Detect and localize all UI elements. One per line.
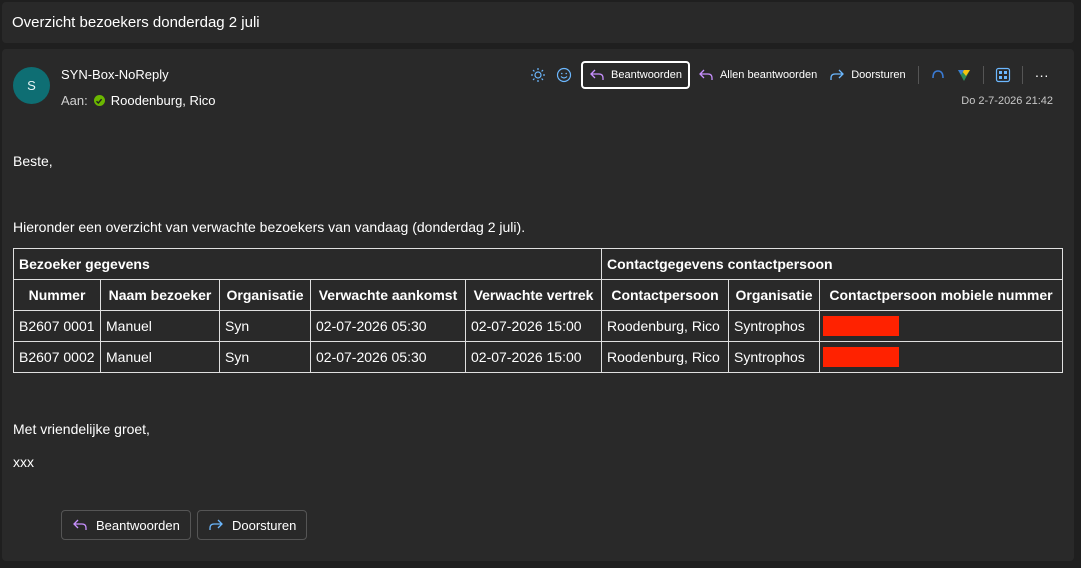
- table-header-row: Nummer Naam bezoeker Organisatie Verwach…: [13, 279, 1063, 311]
- toolbar-divider: [917, 66, 919, 84]
- avatar-initial: S: [27, 78, 36, 93]
- column-header: Organisatie: [728, 279, 820, 311]
- cell-number: B2607 0002: [13, 341, 101, 373]
- cell-mobile-number: [819, 341, 1063, 373]
- recipient-line: Aan: Roodenburg, Rico: [61, 93, 216, 108]
- table-row: B2607 0002 Manuel Syn 02-07-2026 05:30 0…: [13, 341, 1063, 373]
- column-header: Contactpersoon: [601, 279, 729, 311]
- redaction-block: [823, 316, 899, 336]
- column-header: Contactpersoon mobiele nummer: [819, 279, 1063, 311]
- forward-label: Doorsturen: [851, 69, 906, 81]
- toolbar-divider-3: [1021, 66, 1023, 84]
- cell-contact-organisation: Syntrophos: [728, 310, 820, 342]
- sender-name[interactable]: SYN-Box-NoReply: [61, 67, 169, 82]
- reply-all-button[interactable]: Allen beantwoorden: [692, 62, 823, 88]
- apps-grid-icon[interactable]: [990, 62, 1016, 88]
- closing-text: Met vriendelijke groet,: [13, 421, 150, 437]
- forward-arrow-icon: [209, 519, 223, 530]
- more-label: ···: [1034, 67, 1049, 83]
- presence-available-icon: [93, 95, 105, 106]
- signature-text: xxx: [13, 454, 34, 470]
- forward-bottom-button[interactable]: Doorsturen: [197, 510, 308, 540]
- reply-all-arrow-icon: [699, 69, 713, 80]
- cell-visitor-name: Manuel: [100, 310, 220, 342]
- email-subject: Overzicht bezoekers donderdag 2 juli: [12, 14, 260, 31]
- reply-arrow-icon: [590, 69, 604, 80]
- table-group-header-row: Bezoeker gegevens Contactgegevens contac…: [13, 248, 1063, 280]
- forward-bottom-label: Doorsturen: [232, 517, 297, 533]
- cell-visitor-name: Manuel: [100, 341, 220, 373]
- received-date: Do 2-7-2026 21:42: [961, 95, 1053, 107]
- forward-arrow-icon: [830, 69, 845, 80]
- column-header: Verwachte aankomst: [310, 279, 466, 311]
- reply-all-label: Allen beantwoorden: [719, 69, 818, 81]
- cell-mobile-number: [819, 310, 1063, 342]
- subject-bar: Overzicht bezoekers donderdag 2 juli: [2, 2, 1074, 43]
- cell-organisation: Syn: [219, 310, 311, 342]
- sender-avatar[interactable]: S: [13, 67, 50, 104]
- reply-bottom-button[interactable]: Beantwoorden: [61, 510, 191, 540]
- column-header: Organisatie: [219, 279, 311, 311]
- greeting: Beste,: [13, 153, 53, 169]
- summary-sun-icon[interactable]: [525, 62, 551, 88]
- more-actions-icon[interactable]: ···: [1029, 62, 1055, 88]
- forward-button[interactable]: Doorsturen: [823, 62, 911, 88]
- intro-text: Hieronder een overzicht van verwachte be…: [13, 219, 526, 235]
- recipient-name[interactable]: Roodenburg, Rico: [111, 93, 216, 108]
- undo-icon[interactable]: [925, 62, 951, 88]
- cell-departure: 02-07-2026 15:00: [465, 341, 602, 373]
- visitor-table: Bezoeker gegevens Contactgegevens contac…: [13, 248, 1063, 373]
- to-label: Aan:: [61, 93, 88, 108]
- column-header: Nummer: [13, 279, 101, 311]
- group-header-visitor: Bezoeker gegevens: [13, 248, 602, 280]
- reply-bottom-label: Beantwoorden: [96, 517, 180, 533]
- message-toolbar: Beantwoorden Allen beantwoorden Doorstur…: [525, 61, 1055, 89]
- emoji-reaction-icon[interactable]: [551, 62, 577, 88]
- reply-label: Beantwoorden: [611, 69, 682, 81]
- apps-addin-icon[interactable]: [951, 62, 977, 88]
- email-card: S SYN-Box-NoReply Aan: Roodenburg, Rico …: [2, 49, 1074, 561]
- cell-contact-person: Roodenburg, Rico: [601, 341, 729, 373]
- redaction-block: [823, 347, 899, 367]
- column-header: Verwachte vertrek: [465, 279, 602, 311]
- toolbar-divider-2: [982, 66, 984, 84]
- reply-button[interactable]: Beantwoorden: [581, 61, 690, 89]
- cell-contact-organisation: Syntrophos: [728, 341, 820, 373]
- cell-arrival: 02-07-2026 05:30: [310, 341, 466, 373]
- cell-organisation: Syn: [219, 341, 311, 373]
- group-header-contact: Contactgegevens contactpersoon: [601, 248, 1063, 280]
- column-header: Naam bezoeker: [100, 279, 220, 311]
- table-row: B2607 0001 Manuel Syn 02-07-2026 05:30 0…: [13, 310, 1063, 342]
- cell-arrival: 02-07-2026 05:30: [310, 310, 466, 342]
- reply-arrow-icon: [73, 519, 87, 530]
- cell-number: B2607 0001: [13, 310, 101, 342]
- cell-contact-person: Roodenburg, Rico: [601, 310, 729, 342]
- cell-departure: 02-07-2026 15:00: [465, 310, 602, 342]
